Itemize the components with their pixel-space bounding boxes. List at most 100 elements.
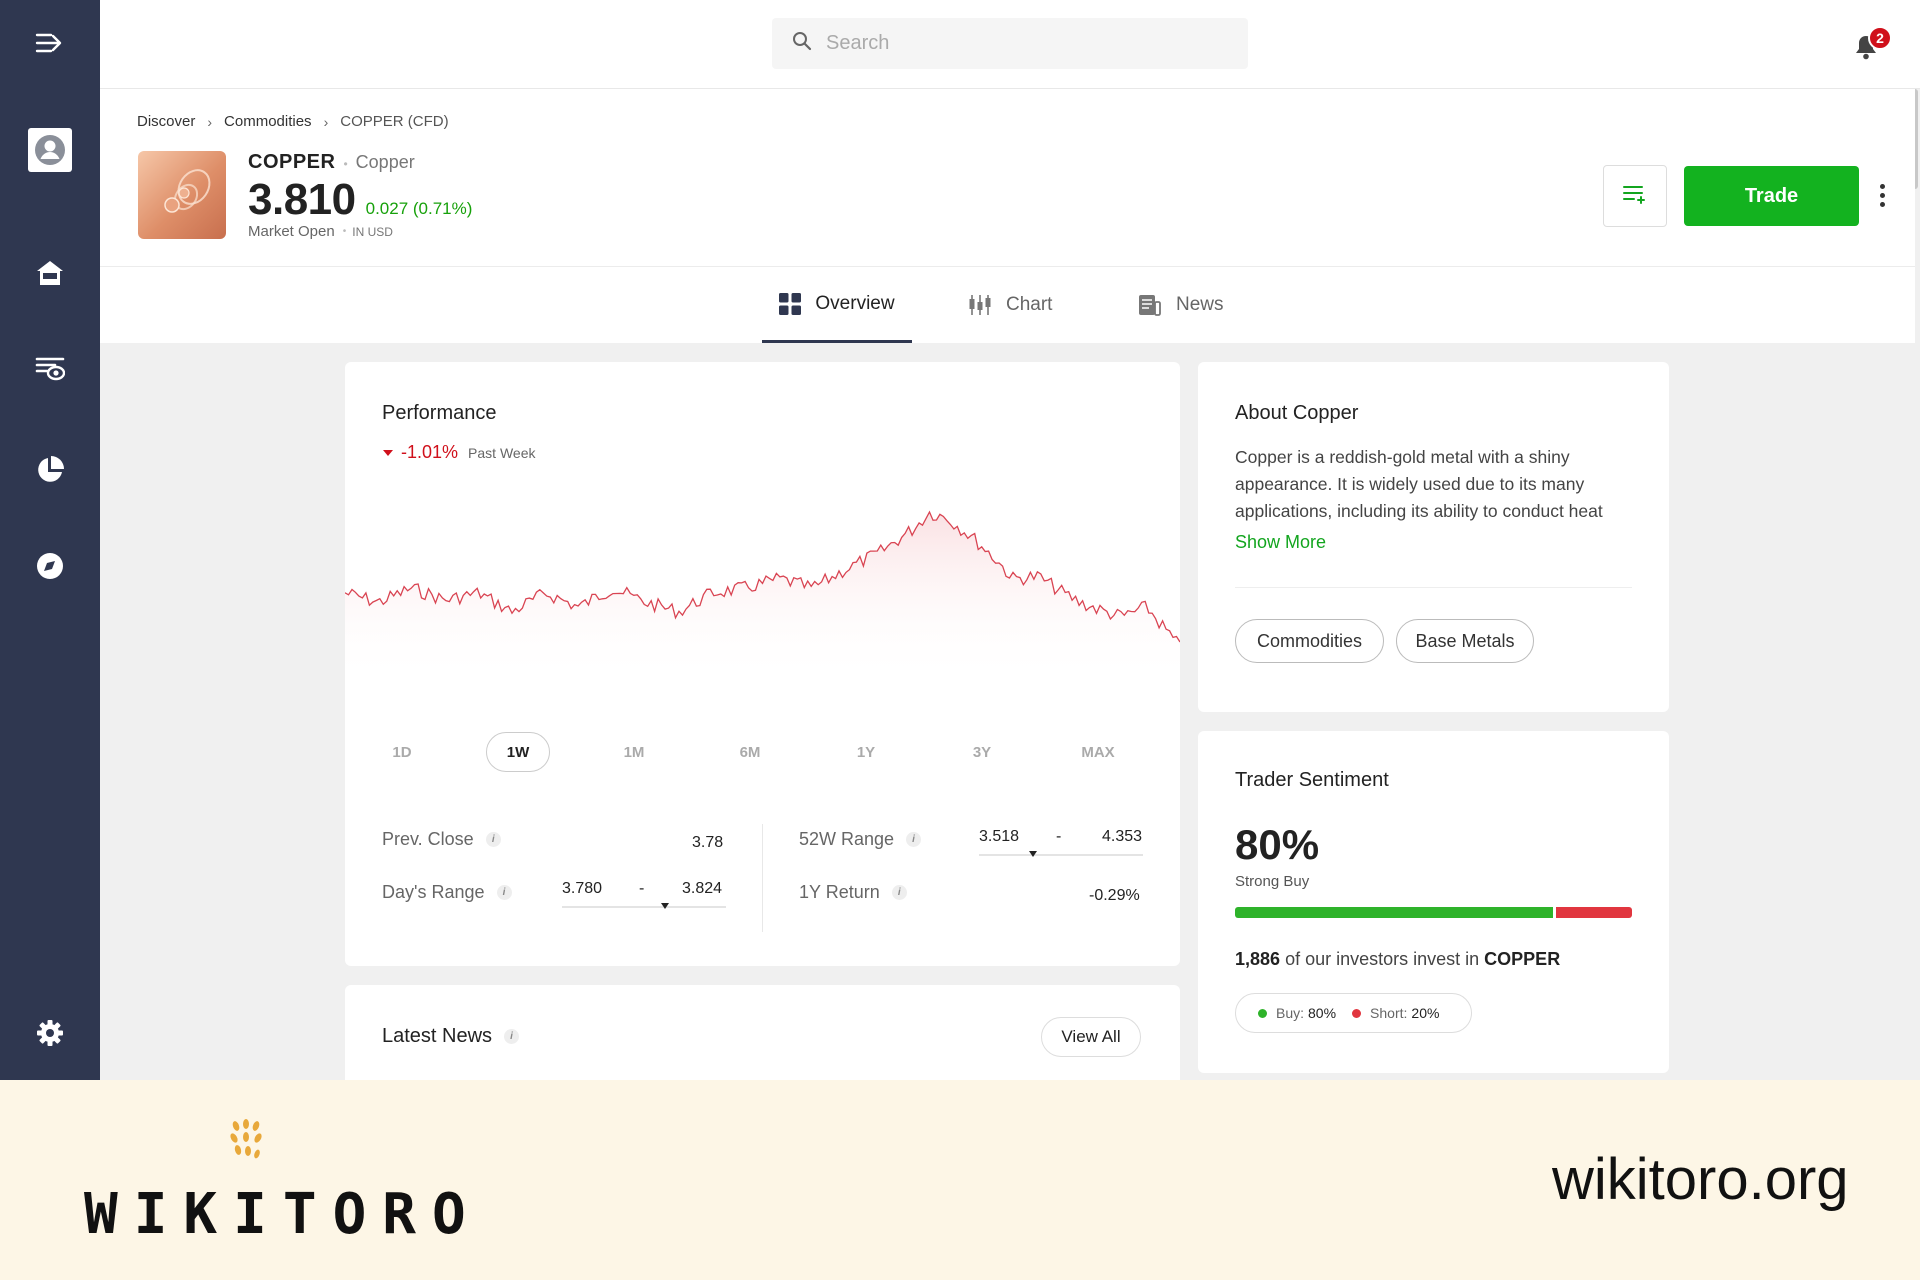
tab-news-label: News bbox=[1176, 294, 1224, 315]
sidebar bbox=[0, 0, 100, 1080]
add-to-watchlist-button[interactable] bbox=[1603, 165, 1667, 227]
sentiment-percent: 80% bbox=[1235, 821, 1320, 868]
range-1d[interactable]: 1D bbox=[370, 732, 434, 772]
1y-return-label: 1Y Return i bbox=[799, 882, 907, 903]
days-range-high: 3.824 bbox=[682, 880, 723, 897]
1y-return-value: -0.29% bbox=[1089, 887, 1140, 904]
wikitoro-logo-icon bbox=[222, 1116, 270, 1164]
range-dash: - bbox=[1056, 828, 1062, 845]
wikitoro-brand: WIKITORO bbox=[84, 1182, 482, 1247]
performance-area bbox=[345, 512, 1180, 682]
performance-change: -1.01% Past Week bbox=[383, 442, 535, 463]
prev-close-value: 3.78 bbox=[692, 834, 724, 851]
days-range-low: 3.780 bbox=[562, 880, 603, 897]
sentiment-short-fill bbox=[1555, 907, 1632, 918]
sentiment-bar bbox=[1235, 907, 1632, 918]
breadcrumb-current: COPPER (CFD) bbox=[340, 113, 449, 130]
days-range-marker bbox=[661, 903, 670, 909]
about-divider bbox=[1235, 587, 1632, 588]
caret-down-icon bbox=[383, 449, 393, 457]
range-1m[interactable]: 1M bbox=[602, 732, 666, 772]
investors-count: 1,886 bbox=[1235, 949, 1281, 969]
trader-sentiment-card: Trader Sentiment 80% Strong Buy 1,886 of… bbox=[1198, 731, 1669, 1073]
chevron-right-icon: › bbox=[207, 113, 213, 130]
latest-news-title: Latest News i bbox=[382, 1025, 520, 1048]
search-box[interactable] bbox=[772, 18, 1248, 69]
tag-commodities[interactable]: Commodities bbox=[1235, 619, 1384, 663]
discover-icon[interactable] bbox=[33, 549, 67, 583]
search-icon bbox=[792, 31, 812, 56]
view-all-button[interactable]: View All bbox=[1041, 1017, 1141, 1057]
performance-change-value: -1.01% bbox=[401, 442, 459, 462]
info-icon[interactable]: i bbox=[906, 832, 922, 847]
asset-header: Discover › Commodities › COPPER (CFD) CO… bbox=[100, 89, 1915, 267]
portfolio-icon[interactable] bbox=[33, 453, 67, 487]
watchlist-icon[interactable] bbox=[33, 354, 67, 384]
short-value: 20% bbox=[1411, 1005, 1440, 1021]
buy-label: Buy: bbox=[1276, 1005, 1305, 1021]
52w-range-label: 52W Range i bbox=[799, 829, 922, 850]
range-max[interactable]: MAX bbox=[1066, 732, 1130, 772]
performance-line-chart[interactable] bbox=[345, 492, 1180, 772]
more-options-icon[interactable] bbox=[1872, 175, 1892, 215]
show-more-link[interactable]: Show More bbox=[1235, 532, 1326, 553]
performance-title: Performance bbox=[382, 402, 497, 424]
days-range-label: Day's Range i bbox=[382, 882, 512, 903]
sentiment-label: Strong Buy bbox=[1235, 873, 1310, 890]
user-avatar-icon[interactable] bbox=[28, 128, 72, 172]
breadcrumb: Discover › Commodities › COPPER (CFD) bbox=[137, 113, 449, 130]
watchlist-add-icon bbox=[1622, 184, 1648, 209]
market-status: Market Open • IN USD bbox=[248, 223, 393, 240]
notifications-button[interactable]: 2 bbox=[1852, 26, 1892, 64]
breadcrumb-commodities[interactable]: Commodities bbox=[224, 113, 312, 130]
range-6m[interactable]: 6M bbox=[718, 732, 782, 772]
tag-base-metals[interactable]: Base Metals bbox=[1396, 619, 1534, 663]
top-bar: 2 bbox=[100, 0, 1920, 89]
short-label: Short: bbox=[1370, 1005, 1408, 1021]
breadcrumb-discover[interactable]: Discover bbox=[137, 113, 195, 130]
info-icon[interactable]: i bbox=[504, 1029, 520, 1044]
days-range-label-text: Day's Range bbox=[382, 882, 485, 902]
tab-news[interactable]: News bbox=[1138, 267, 1224, 343]
info-icon[interactable]: i bbox=[891, 885, 907, 900]
trade-button[interactable]: Trade bbox=[1684, 166, 1859, 226]
tab-overview[interactable]: Overview bbox=[762, 267, 912, 343]
asset-price: 3.810 bbox=[248, 175, 356, 224]
asset-title: COPPER • Copper bbox=[248, 151, 415, 174]
home-icon[interactable] bbox=[33, 256, 67, 290]
52w-range-high: 4.353 bbox=[1102, 828, 1143, 845]
wikitoro-url: wikitoro.org bbox=[1552, 1147, 1849, 1212]
range-1w[interactable]: 1W bbox=[486, 732, 550, 772]
price-change: 0.027 (0.71%) bbox=[365, 199, 473, 218]
settings-icon[interactable] bbox=[33, 1016, 67, 1050]
52w-range-low: 3.518 bbox=[979, 828, 1020, 845]
tab-chart-label: Chart bbox=[1006, 294, 1053, 315]
52w-range-label-text: 52W Range bbox=[799, 829, 895, 849]
info-icon[interactable]: i bbox=[485, 832, 501, 847]
info-icon[interactable]: i bbox=[496, 885, 512, 900]
about-card: About Copper Copper is a reddish-gold me… bbox=[1198, 362, 1669, 712]
buy-dot-icon bbox=[1258, 1008, 1267, 1018]
prev-close-label-text: Prev. Close bbox=[382, 829, 474, 849]
tab-chart[interactable]: Chart bbox=[968, 267, 1052, 343]
range-selector: 1D 1W 1M 6M 1Y 3Y MAX bbox=[365, 732, 1165, 776]
notification-badge: 2 bbox=[1868, 26, 1892, 50]
range-3y[interactable]: 3Y bbox=[950, 732, 1014, 772]
asset-symbol: COPPER bbox=[248, 151, 336, 173]
about-title: About Copper bbox=[1235, 402, 1359, 424]
chevron-right-icon: › bbox=[323, 113, 329, 130]
investors-info: 1,886 of our investors invest in COPPER bbox=[1235, 949, 1560, 970]
news-icon bbox=[1138, 294, 1162, 316]
52w-range-marker bbox=[1029, 851, 1038, 857]
investors-text: of our investors invest in bbox=[1285, 949, 1480, 969]
candlestick-icon bbox=[968, 294, 992, 316]
watermark-banner: WIKITORO wikitoro.org bbox=[0, 1080, 1920, 1280]
short-dot-icon bbox=[1352, 1008, 1362, 1018]
search-input[interactable] bbox=[826, 32, 1206, 55]
range-1y[interactable]: 1Y bbox=[834, 732, 898, 772]
expand-menu-icon[interactable] bbox=[33, 28, 67, 58]
asset-name: Copper bbox=[355, 152, 415, 172]
separator-dot: • bbox=[343, 157, 348, 171]
copper-asset-logo bbox=[138, 151, 226, 239]
days-range-bar bbox=[562, 906, 726, 908]
